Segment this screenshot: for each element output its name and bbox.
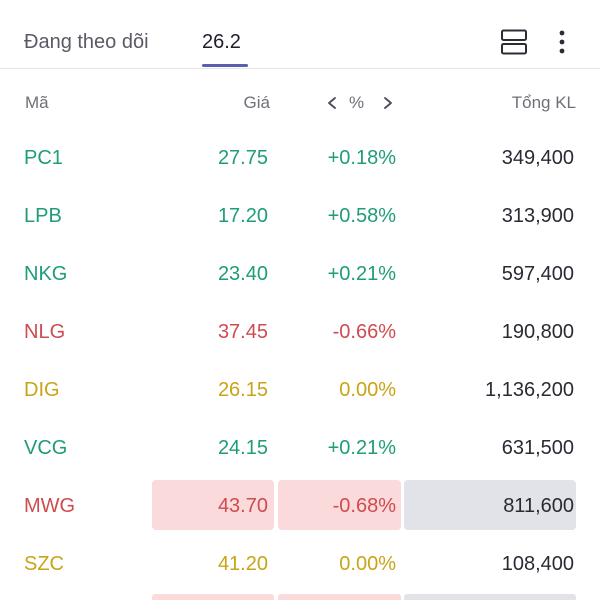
table-row[interactable]: LPB 17.20 +0.58% 313,900 [0, 187, 600, 245]
stock-symbol: VCG [24, 437, 68, 459]
chevron-right-icon[interactable] [380, 92, 396, 114]
table-row[interactable]: NLG 37.45 -0.66% 190,800 [0, 303, 600, 361]
column-header-price[interactable]: Giá [244, 92, 270, 114]
stock-change-percent: +0.21% [327, 437, 396, 459]
table-row[interactable]: PC1 27.75 +0.18% 349,400 [0, 129, 600, 187]
stock-volume: 631,500 [501, 437, 574, 459]
stock-price: 23.40 [217, 263, 268, 285]
stock-price: 17.20 [217, 205, 268, 227]
column-header-volume[interactable]: Tổng KL [512, 92, 576, 114]
tab-date[interactable]: 26.2 [202, 30, 241, 54]
table-row[interactable]: NKG 23.40 +0.21% 597,400 [0, 245, 600, 303]
stock-volume: 1,136,200 [485, 379, 574, 401]
stock-change-percent: +0.58% [327, 205, 396, 227]
stock-symbol: NLG [24, 321, 66, 343]
next-row-price-highlight [152, 594, 274, 600]
stock-symbol: LPB [24, 205, 62, 227]
tab-watchlist[interactable]: Đang theo dõi [24, 30, 149, 54]
stock-volume: 190,800 [501, 321, 574, 343]
watchlist-screen: Đang theo dõi 26.2 Mã Giá % Tổng KL PC1 … [0, 0, 600, 600]
stock-change-percent: -0.66% [332, 321, 396, 343]
stock-price: 41.20 [217, 553, 268, 575]
layout-split-icon[interactable] [500, 28, 528, 56]
stock-volume: 811,600 [503, 495, 574, 517]
table-row[interactable]: DIG 26.15 0.00% 1,136,200 [0, 361, 600, 419]
stock-change-percent: 0.00% [339, 379, 396, 401]
stock-change-percent: +0.21% [327, 263, 396, 285]
stock-price: 37.45 [217, 321, 268, 343]
column-header-percent[interactable]: % [349, 92, 364, 114]
stock-symbol: NKG [24, 263, 68, 285]
stock-symbol: SZC [24, 553, 64, 575]
more-vertical-icon[interactable] [552, 28, 572, 56]
stock-volume: 597,400 [501, 263, 574, 285]
tab-bar: Đang theo dõi 26.2 [0, 0, 600, 69]
stock-price: 43.70 [217, 495, 268, 517]
active-tab-indicator [202, 64, 248, 67]
next-row-change-highlight [278, 594, 401, 600]
column-header-percent-switcher: % [322, 92, 398, 114]
stock-volume: 349,400 [501, 147, 574, 169]
column-header-symbol[interactable]: Mã [25, 92, 49, 114]
chevron-left-icon[interactable] [324, 92, 340, 114]
stock-price: 27.75 [217, 147, 268, 169]
table-row[interactable]: VCG 24.15 +0.21% 631,500 [0, 419, 600, 477]
stock-volume: 313,900 [501, 205, 574, 227]
stock-symbol: DIG [24, 379, 60, 401]
stock-symbol: MWG [24, 495, 76, 517]
stock-volume: 108,400 [501, 553, 574, 575]
stock-price: 26.15 [217, 379, 268, 401]
next-row-volume-highlight [404, 594, 576, 600]
stock-price: 24.15 [217, 437, 268, 459]
stock-symbol: PC1 [24, 147, 63, 169]
table-row[interactable]: SZC 41.20 0.00% 108,400 [0, 535, 600, 593]
stock-change-percent: +0.18% [327, 147, 396, 169]
stock-change-percent: 0.00% [339, 553, 396, 575]
stock-change-percent: -0.68% [332, 495, 396, 517]
table-row-highlighted[interactable]: MWG 43.70 -0.68% 811,600 [0, 480, 600, 538]
